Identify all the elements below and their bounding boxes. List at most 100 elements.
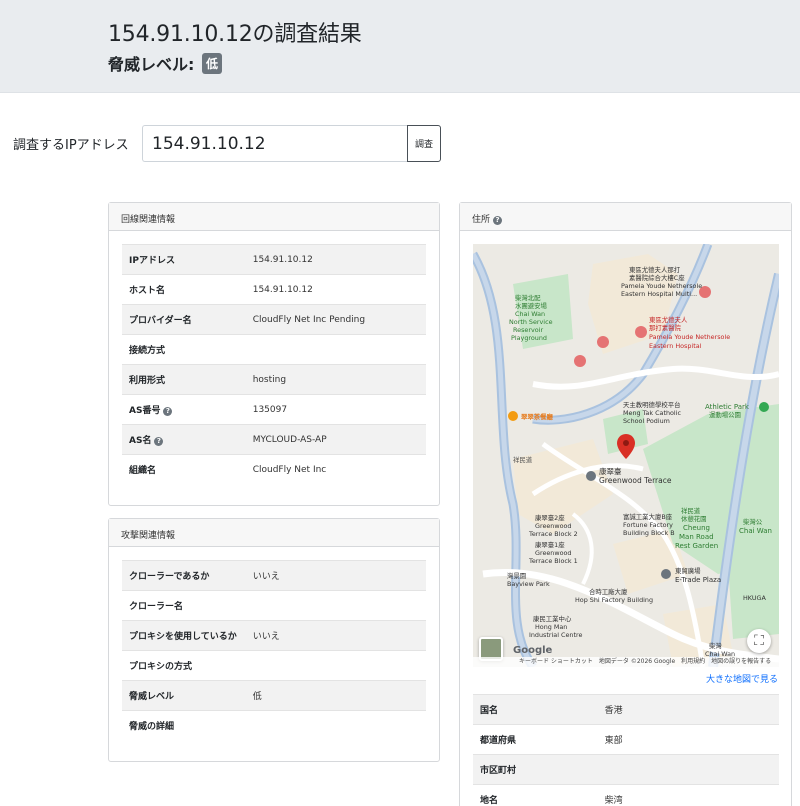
address-card: 住所? 東區尤德夫人那打 素醫院綜合大樓C座 Pamela Youde Neth… <box>459 202 792 806</box>
table-row: 市区町村 <box>473 754 779 785</box>
row-key: 市区町村 <box>473 754 605 785</box>
map-label: Eastern Hospital <box>649 342 702 350</box>
map-label: Building Block B <box>623 529 675 537</box>
table-row: 利用形式 hosting <box>122 364 426 395</box>
map-label: E-Trade Plaza <box>675 576 721 584</box>
row-key: プロキシの方式 <box>122 650 253 681</box>
map-label: 東區尤德夫人 <box>649 315 688 324</box>
row-value: 低 <box>252 680 426 711</box>
table-row: 接続方式 <box>122 334 426 365</box>
row-key-label: プロキシの方式 <box>129 662 193 672</box>
row-value: いいえ <box>252 620 426 651</box>
map-label: 柴灣北配 <box>515 293 541 302</box>
line-info-card: 回線関連情報 IPアドレス 154.91.10.12 ホスト名 154.91.10.1… <box>108 202 440 506</box>
row-value: 135097 <box>252 394 426 425</box>
map-label: 康翠臺2座 <box>535 513 565 522</box>
row-key: 脅威の詳細 <box>122 710 253 741</box>
map-label: Industrial Centre <box>529 631 582 639</box>
row-key: ホスト名 <box>122 274 253 305</box>
large-map-link[interactable]: 大きな地図で見る <box>706 672 778 685</box>
investigate-button[interactable]: 調査 <box>407 125 441 162</box>
row-key-label: クローラー名 <box>129 602 184 612</box>
attack-info-table: クローラーであるか いいえ クローラー名 プロキシを使用しているか いいえ プロキシの方式… <box>122 560 426 741</box>
table-row: 脅威の詳細 <box>122 710 426 741</box>
map-attribution: キーボード ショートカット 地図データ ©2026 Google 利用規約 地図… <box>473 657 779 667</box>
table-row: クローラーであるか いいえ <box>122 560 426 591</box>
row-key: AS番号? <box>122 394 253 425</box>
help-icon[interactable]: ? <box>154 437 164 446</box>
google-map[interactable]: 東區尤德夫人那打 素醫院綜合大樓C座 Pamela Youde Netherso… <box>473 244 779 667</box>
table-row: IPアドレス 154.91.10.12 <box>122 244 426 275</box>
map-label: 康翠臺 <box>599 466 622 476</box>
map-label: 東區尤德夫人那打 <box>629 265 681 274</box>
map-label: 康民工業中心 <box>533 614 572 623</box>
map-label: Cheung <box>683 524 710 532</box>
address-heading: 住所? <box>460 203 791 231</box>
map-label: 那打素醫院 <box>649 323 682 332</box>
row-key: IPアドレス <box>122 244 253 275</box>
row-value: MYCLOUD-AS-AP <box>252 424 426 455</box>
row-value: hosting <box>252 364 426 395</box>
map-label: Reservoir <box>513 326 543 334</box>
table-row: 国名 香港 <box>473 694 779 725</box>
row-key-label: 接続方式 <box>129 346 166 356</box>
row-key-label: 市区町村 <box>480 766 517 776</box>
row-key-label: AS名 <box>129 436 152 446</box>
map-label: 柴灣公 <box>743 517 763 526</box>
map-label: Athletic Park <box>705 403 750 411</box>
attack-info-heading: 攻撃関連情報 <box>109 519 439 547</box>
map-label: Chai Wan <box>515 310 545 318</box>
map-label: 水團避安場 <box>515 301 548 310</box>
row-key: 接続方式 <box>122 334 253 365</box>
row-key-label: AS番号 <box>129 406 161 416</box>
row-key-label: 地名 <box>480 796 499 806</box>
row-value: CloudFly Net Inc <box>252 454 426 485</box>
row-key: 国名 <box>473 694 605 725</box>
map-label: 祥民道 <box>513 455 533 464</box>
row-value: いいえ <box>252 560 426 591</box>
ip-search-input[interactable] <box>142 125 408 162</box>
row-key: クローラー名 <box>122 590 253 621</box>
map-label: 翠翠茶餐廳 <box>521 412 554 421</box>
help-icon[interactable]: ? <box>163 407 173 416</box>
threat-level-label: 脅威レベル: <box>108 55 195 74</box>
map-fullscreen-icon[interactable]: ⛶ <box>747 629 771 653</box>
row-key-label: ホスト名 <box>129 286 166 296</box>
row-key: プロバイダー名 <box>122 304 253 335</box>
table-row: プロキシの方式 <box>122 650 426 681</box>
map-label: 柴灣 <box>709 641 722 650</box>
table-row: 組織名 CloudFly Net Inc <box>122 454 426 485</box>
row-value: 154.91.10.12 <box>252 274 426 305</box>
row-key: 脅威レベル <box>122 680 253 711</box>
map-label: 運動場公園 <box>709 410 741 419</box>
row-key-label: 都道府県 <box>480 736 517 746</box>
table-row: 脅威レベル 低 <box>122 680 426 711</box>
map-label: Meng Tak Catholic <box>623 409 681 417</box>
map-label: School Podium <box>623 417 670 425</box>
map-label: Man Road <box>679 533 714 541</box>
row-key: AS名? <box>122 424 253 455</box>
attack-info-card: 攻撃関連情報 クローラーであるか いいえ クローラー名 プロキシを使用しているか いいえ… <box>108 518 440 762</box>
threat-level-line: 脅威レベル: 低 <box>108 51 222 75</box>
help-icon[interactable]: ? <box>493 216 503 225</box>
row-value: 154.91.10.12 <box>252 244 426 275</box>
map-label: Pamela Youde Nethersole <box>621 282 702 290</box>
table-row: 地名 柴湾 <box>473 784 779 806</box>
row-key: プロキシを使用しているか <box>122 620 253 651</box>
map-label: Playground <box>511 334 547 342</box>
map-label: 素醫院綜合大樓C座 <box>629 273 685 282</box>
row-value <box>252 590 426 621</box>
map-label: Chai Wan <box>739 527 772 535</box>
map-label: Greenwood Terrace <box>599 476 672 485</box>
row-value: 香港 <box>604 694 779 725</box>
table-row: AS名? MYCLOUD-AS-AP <box>122 424 426 455</box>
address-heading-label: 住所 <box>472 215 491 225</box>
table-row: AS番号? 135097 <box>122 394 426 425</box>
row-key-label: 組織名 <box>129 466 157 477</box>
map-label: Hop Shi Factory Building <box>575 596 653 604</box>
row-value <box>252 710 426 741</box>
row-key-label: 国名 <box>480 706 499 716</box>
map-canvas[interactable]: 東區尤德夫人那打 素醫院綜合大樓C座 Pamela Youde Netherso… <box>473 244 779 667</box>
map-label: Greenwood <box>535 549 571 557</box>
map-label: Hong Man <box>535 623 567 631</box>
